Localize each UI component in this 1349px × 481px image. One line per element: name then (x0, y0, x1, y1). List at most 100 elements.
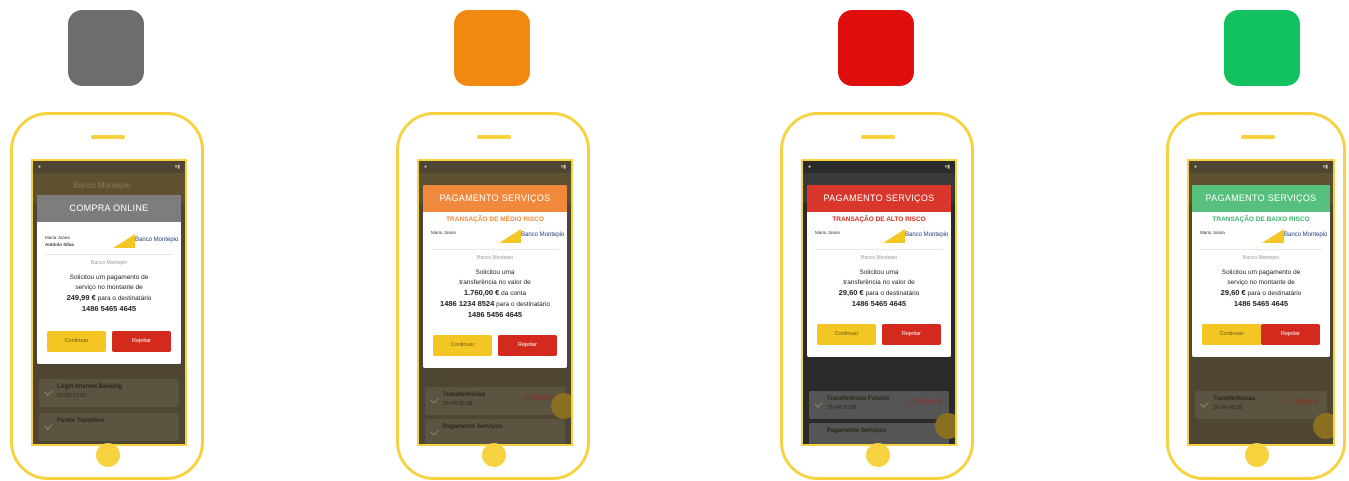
bank-logo: Banco Montepio (1262, 229, 1327, 243)
list-item[interactable]: Transferências 26-04 00:38 1.720,54 € (1195, 391, 1327, 419)
fab-button[interactable] (1313, 413, 1333, 439)
speaker (861, 135, 895, 139)
check-icon (430, 427, 439, 436)
message-line: Solicitou um pagamento de (1221, 269, 1301, 276)
dialog-header: PAGAMENTO SERVIÇOS (807, 185, 951, 212)
bank-logo-text: Banco Montepio (135, 237, 179, 243)
bank-caption: Banco Montepio (860, 255, 898, 261)
message-line: transferência no valor de (843, 279, 915, 286)
confirmation-dialog: PAGAMENTO SERVIÇOS TRANSAÇÃO DE ALTO RIS… (807, 185, 951, 357)
dialog-message: Solicitou um pagamento de serviço no mon… (43, 273, 175, 315)
panel-red: ● ▾▮ Transferência Fundos 26-04 00:38 1.7… (780, 0, 980, 481)
dialog-message: Solicitou uma transferência no valor de … (813, 268, 945, 310)
list-item[interactable]: Transferências 26-04 00:38 1.720,54 € (425, 387, 565, 415)
identity-row: Mario Joana Banco Montepio (815, 223, 948, 250)
reject-button[interactable]: Rejeitar (882, 324, 941, 345)
risk-label: TRANSAÇÃO DE BAIXO RISCO (1212, 216, 1310, 223)
status-bar: ● ▾▮ (38, 164, 180, 170)
continue-button[interactable]: Continuar (47, 331, 106, 352)
message-line: para o destinatário (496, 301, 550, 308)
list-item[interactable]: Fundo Transfere (39, 413, 179, 441)
destination-account: 1486 5465 4645 (851, 299, 907, 308)
check-icon (44, 421, 53, 430)
message-line: para o destinatário (1247, 290, 1302, 297)
continue-button[interactable]: Continuar (1202, 324, 1261, 345)
risk-color-swatch (838, 10, 914, 86)
status-bar: ● ▾▮ (1194, 164, 1328, 170)
speaker (1241, 135, 1275, 139)
fab-button[interactable] (935, 413, 955, 439)
identity-row: Maria Joana António Silva Banco Montepio (45, 228, 178, 255)
reject-button[interactable]: Rejeitar (112, 331, 171, 352)
check-icon (814, 399, 823, 408)
identity-row: Mario Joana Banco Montepio (431, 223, 564, 250)
list-item[interactable]: Pagamento Serviços (425, 419, 565, 444)
destination-account: 1486 5465 4645 (81, 304, 137, 313)
dialog-actions: Continuar Rejeitar (817, 324, 941, 345)
list-item-amount: 1.720,54 € (907, 399, 941, 406)
home-button (1245, 443, 1269, 467)
reject-button[interactable]: Rejeitar (1261, 324, 1320, 345)
dialog-header: PAGAMENTO SERVIÇOS (423, 185, 567, 212)
list-item-title: Transferências (1213, 396, 1256, 402)
source-account: 1486 1234 8524 (440, 299, 495, 308)
list-item[interactable]: Transferência Fundos 26-04 00:38 1.720,5… (809, 391, 949, 419)
panel-green: ● ▾▮ Transferências 26-04 00:38 1.720,54 … (1166, 0, 1349, 481)
status-bar: ● ▾▮ (808, 164, 950, 170)
holder-name-1: Mario Joana (1200, 230, 1225, 235)
reject-button[interactable]: Rejeitar (498, 335, 557, 356)
amount: 29,60 € (838, 288, 864, 297)
list-item-date: 26-04 00:38 (1213, 405, 1243, 411)
destination-account: 1486 5456 4645 (467, 310, 523, 319)
list-item-title: Login Internet Banking (57, 384, 123, 390)
message-line: Solicitou uma (859, 269, 899, 276)
holder-name-1: Maria Joana (45, 235, 70, 240)
account-holders: Maria Joana António Silva (45, 234, 74, 248)
confirmation-dialog: PAGAMENTO SERVIÇOS TRANSAÇÃO DE MÉDIO RI… (423, 185, 567, 368)
check-icon (44, 387, 53, 396)
panel-orange: ● ▾▮ Transferências 26-04 00:38 1.720,54 … (396, 0, 596, 481)
phone-mockup: ● ▾▮ Banco Montepio Login Internet Bankin… (10, 112, 204, 480)
list-item-title: Transferência Fundos (827, 396, 890, 402)
phone-screen: ● ▾▮ Transferências 26-04 00:38 1.720,54 … (417, 159, 573, 446)
fab-button[interactable] (551, 393, 571, 419)
montepio-logo-icon (1262, 229, 1284, 243)
confirmation-dialog: PAGAMENTO SERVIÇOS TRANSAÇÃO DE BAIXO RI… (1192, 185, 1330, 357)
holder-name-1: Mario Joana (431, 230, 456, 235)
list-item-date: 02-03 17:02 (57, 393, 87, 399)
risk-label: TRANSAÇÃO DE ALTO RISCO (832, 216, 926, 223)
dialog-header: COMPRA ONLINE (37, 195, 181, 222)
list-item-title: Fundo Transfere (57, 418, 105, 424)
risk-color-swatch (1224, 10, 1300, 86)
montepio-logo-icon (499, 229, 521, 243)
list-item[interactable]: Login Internet Banking 02-03 17:02 (39, 379, 179, 407)
confirmation-dialog: COMPRA ONLINE Maria Joana António Silva … (37, 195, 181, 364)
phone-mockup: ● ▾▮ Transferências 26-04 00:38 1.720,54 … (1166, 112, 1346, 480)
message-line: da conta (501, 290, 527, 297)
list-item-title: Pagamento Serviços (443, 424, 503, 430)
message-line: serviço no montante de (75, 284, 143, 291)
amount: 249,99 € (66, 293, 96, 302)
dialog-actions: Continuar Rejeitar (47, 331, 171, 352)
holder-name-1: Mario Joana (815, 230, 840, 235)
phone-mockup: ● ▾▮ Transferência Fundos 26-04 00:38 1.7… (780, 112, 974, 480)
home-button (866, 443, 890, 467)
bank-logo-text: Banco Montepio (905, 232, 949, 238)
list-item-date: 26-04 00:38 (827, 405, 857, 411)
dialog-message: Solicitou um pagamento de serviço no mon… (1198, 268, 1324, 310)
continue-button[interactable]: Continuar (433, 335, 492, 356)
continue-button[interactable]: Continuar (817, 324, 876, 345)
app-bar-title: Banco Montepio (73, 181, 131, 190)
list-item-title: Transferências (443, 392, 486, 398)
bank-logo: Banco Montepio (883, 229, 948, 243)
montepio-logo-icon (113, 234, 135, 248)
phone-screen: ● ▾▮ Transferências 26-04 00:38 1.720,54 … (1187, 159, 1335, 446)
phone-screen: ● ▾▮ Banco Montepio Login Internet Bankin… (31, 159, 187, 446)
account-holders: Mario Joana (431, 229, 456, 236)
phone-mockup: ● ▾▮ Transferências 26-04 00:38 1.720,54 … (396, 112, 590, 480)
risk-label: TRANSAÇÃO DE MÉDIO RISCO (446, 216, 544, 223)
dialog-actions: Continuar Rejeitar (1202, 324, 1320, 345)
message-line: transferência no valor de (459, 279, 531, 286)
home-button (96, 443, 120, 467)
list-item-amount: 1.720,54 € (1285, 399, 1319, 406)
